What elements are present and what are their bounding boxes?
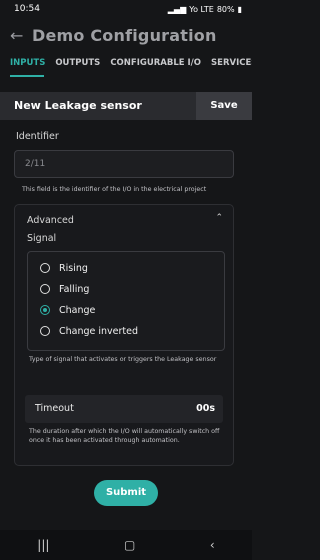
radio-button[interactable] (40, 326, 50, 336)
timeout-row[interactable]: Timeout 00s (25, 395, 223, 423)
battery-icon: ▮ (237, 4, 242, 14)
tab-services[interactable]: SERVICES (201, 58, 252, 76)
battery-label: 80% (216, 4, 235, 14)
signal-radio-group: Rising Falling Change Change inverted (27, 251, 225, 351)
signal-label: Signal (27, 233, 57, 244)
page-title: Demo Configuration (32, 26, 217, 45)
sensor-title: New Leakage sensor (14, 99, 142, 112)
tab-outputs[interactable]: OUTPUTS (45, 58, 100, 76)
radio-label: Change inverted (59, 325, 139, 337)
tab-configurable-io[interactable]: CONFIGURABLE I/O (100, 58, 201, 76)
back-arrow-icon[interactable]: ← (10, 26, 26, 46)
status-bar: 10:54 ▂▄▆ Yo LTE 80% ▮ (0, 0, 252, 18)
identifier-input[interactable]: 2/11 (14, 150, 234, 178)
system-nav-bar: ||| ▢ ‹ (0, 530, 252, 560)
timeout-value: 00s (196, 403, 215, 414)
identifier-help-text: This field is the identifier of the I/O … (22, 186, 207, 193)
radio-option-change[interactable]: Change (40, 302, 95, 318)
status-time: 10:54 (14, 4, 40, 14)
recent-apps-icon[interactable]: ||| (37, 538, 49, 552)
radio-label: Change (59, 304, 96, 316)
radio-button[interactable] (40, 263, 50, 273)
timeout-help-text: The duration after which the I/O will au… (29, 428, 220, 444)
identifier-label: Identifier (16, 131, 59, 142)
save-button[interactable]: Save (196, 92, 252, 120)
radio-button[interactable] (40, 284, 50, 294)
signal-icon: ▂▄▆ (167, 4, 187, 14)
advanced-panel: Advanced ⌃ Signal Rising Falling Change … (14, 204, 234, 466)
tab-inputs[interactable]: INPUTS (0, 58, 45, 76)
radio-label: Falling (59, 283, 90, 295)
radio-option-falling[interactable]: Falling (40, 281, 89, 297)
tab-bar: INPUTS OUTPUTS CONFIGURABLE I/O SERVICES (0, 58, 252, 76)
sensor-header: New Leakage sensor Save (0, 92, 252, 120)
network-label: Yo LTE (189, 4, 214, 14)
back-icon[interactable]: ‹ (210, 538, 215, 552)
timeout-label: Timeout (35, 403, 74, 414)
home-icon[interactable]: ▢ (124, 538, 135, 552)
radio-option-change-inverted[interactable]: Change inverted (40, 323, 138, 339)
active-tab-indicator (10, 75, 44, 77)
radio-option-rising[interactable]: Rising (40, 260, 88, 276)
advanced-label: Advanced (27, 215, 74, 226)
signal-help-text: Type of signal that activates or trigger… (29, 356, 217, 363)
status-icons: ▂▄▆ Yo LTE 80% ▮ (168, 5, 242, 14)
chevron-up-icon[interactable]: ⌃ (215, 213, 223, 223)
radio-label: Rising (59, 262, 88, 274)
app-bar: ← Demo Configuration (0, 24, 252, 50)
submit-button[interactable]: Submit (94, 480, 158, 506)
radio-button-selected[interactable] (40, 305, 50, 315)
